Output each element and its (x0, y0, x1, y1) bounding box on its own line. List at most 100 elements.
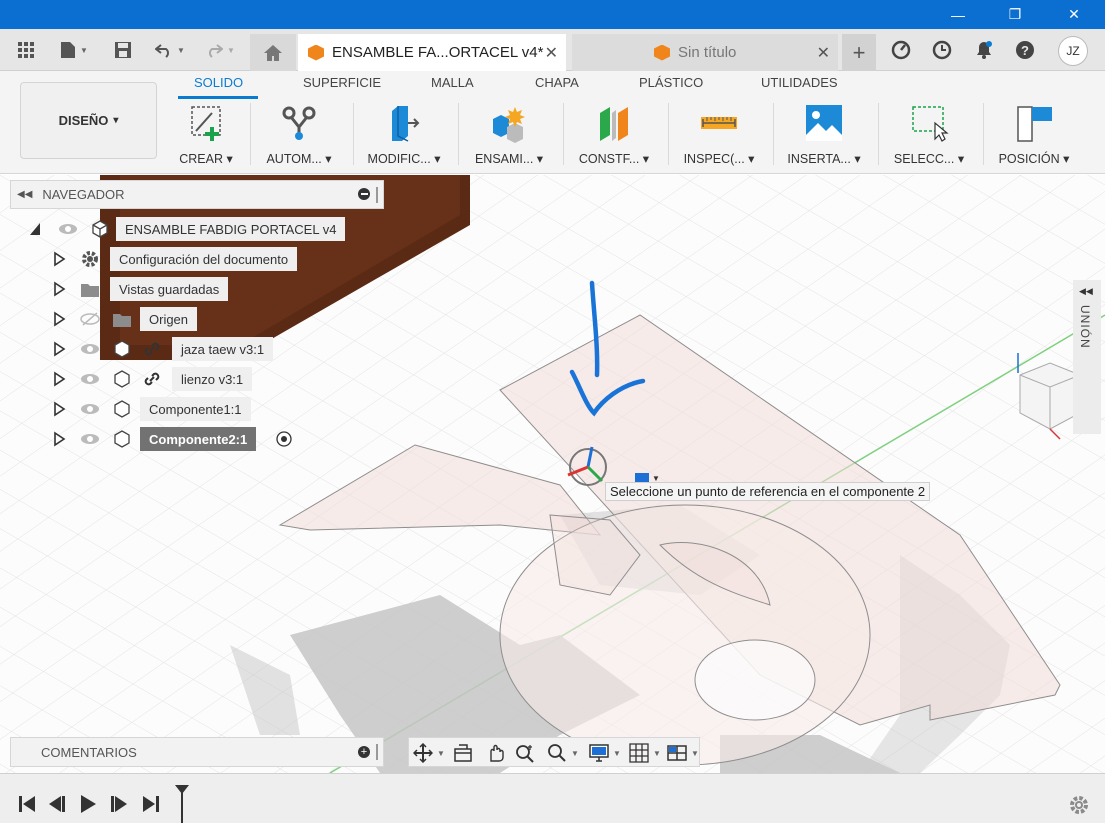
create-group-button[interactable]: CREAR ▾ (156, 101, 256, 171)
component-icon (114, 370, 130, 388)
eye-icon[interactable] (80, 342, 100, 356)
expand-panel-icon[interactable]: ◀◀ (1079, 286, 1093, 297)
tab-label: ENSAMBLE FA...ORTACEL v4* (332, 44, 544, 61)
tab-chapa[interactable]: CHAPA (535, 75, 579, 90)
automate-group-button[interactable]: AUTOM... ▾ (249, 101, 349, 171)
tab-ensamble[interactable]: ENSAMBLE FA...ORTACEL v4* ✕ (298, 34, 566, 71)
redo-button[interactable]: ▼ (202, 37, 238, 63)
activate-radio-icon[interactable] (276, 431, 292, 447)
chevron-down-icon: ▾ (113, 115, 119, 126)
close-tab-icon[interactable]: ✕ (545, 43, 558, 63)
home-tab[interactable] (250, 34, 296, 71)
selection-tooltip: Seleccione un punto de referencia en el … (605, 482, 931, 501)
collapsed-triangle-icon[interactable] (52, 281, 66, 297)
home-icon (264, 44, 282, 61)
eye-icon[interactable] (58, 222, 78, 236)
modify-group-button[interactable]: MODIFIC... ▾ (354, 101, 454, 171)
panel-grip-icon[interactable] (376, 744, 378, 760)
assemble-group-button[interactable]: ENSAMI... ▾ (459, 101, 559, 171)
construct-icon (600, 107, 628, 141)
tab-solido[interactable]: SOLIDO (194, 75, 243, 90)
orbit-button[interactable]: ▼ (413, 742, 445, 764)
step-back-icon[interactable] (47, 794, 67, 814)
nav-item-label: lienzo v3:1 (172, 367, 253, 391)
collapse-navigator-icon[interactable]: ◀◀ (17, 189, 32, 200)
gear-icon[interactable] (1068, 794, 1090, 816)
zoom-icon[interactable] (515, 742, 535, 764)
add-comment-icon[interactable]: + (358, 746, 370, 758)
joint-panel-label: UNIÓN (1078, 305, 1092, 349)
construct-group-label: CONSTF... ▾ (578, 152, 650, 166)
display-settings-button[interactable]: ▼ (589, 742, 621, 764)
tab-plastico[interactable]: PLÁSTICO (639, 75, 703, 90)
navigator-header[interactable]: ◀◀ NAVEGADOR (10, 180, 384, 209)
hidden-eye-icon[interactable] (80, 312, 100, 326)
close-tab-icon[interactable]: ✕ (817, 43, 830, 63)
save-icon[interactable] (112, 37, 134, 63)
minimize-button[interactable]: — (935, 0, 981, 29)
gear-icon (82, 251, 98, 267)
tab-utilidades[interactable]: UTILIDADES (761, 75, 838, 90)
panel-grip-icon[interactable] (376, 187, 378, 203)
insert-group-button[interactable]: INSERTA... ▾ (774, 101, 874, 171)
toolbar-ribbon: DISEÑO ▾ SOLIDO SUPERFICIE MALLA CHAPA P… (0, 71, 1105, 174)
modify-group-label: MODIFIC... ▾ (367, 152, 441, 166)
job-status-icon[interactable] (930, 38, 954, 62)
step-forward-icon[interactable] (109, 794, 129, 814)
look-at-icon[interactable] (453, 742, 473, 764)
eye-icon[interactable] (80, 432, 100, 446)
joint-panel[interactable]: ◀◀ UNIÓN (1073, 280, 1101, 434)
viewports-button[interactable]: ▼ (667, 742, 699, 764)
user-avatar[interactable]: JZ (1058, 36, 1088, 66)
construct-group-button[interactable]: CONSTF... ▾ (564, 101, 664, 171)
nav-item-label-selected: Componente2:1 (140, 427, 257, 451)
position-group-button[interactable]: POSICIÓN ▾ (984, 101, 1084, 171)
fit-button[interactable]: ▼ (547, 742, 579, 764)
comments-title: COMENTARIOS (41, 744, 137, 760)
workspace-selector[interactable]: DISEÑO ▾ (20, 82, 157, 159)
assemble-group-label: ENSAMI... ▾ (474, 152, 544, 166)
collapsed-triangle-icon[interactable] (52, 371, 66, 387)
create-sketch-icon (191, 106, 221, 141)
automate-group-label: AUTOM... ▾ (266, 152, 332, 166)
collapsed-triangle-icon[interactable] (52, 311, 66, 327)
insert-icon (806, 105, 842, 141)
help-icon[interactable]: ? (1013, 38, 1037, 62)
minimize-navigator-icon[interactable] (358, 188, 370, 200)
comments-panel[interactable]: COMENTARIOS + (10, 737, 384, 767)
link-icon (144, 342, 160, 356)
expanded-triangle-icon[interactable] (28, 221, 42, 237)
go-to-end-icon[interactable] (141, 794, 161, 814)
app-grid-icon[interactable] (14, 37, 38, 63)
undo-button[interactable]: ▼ (152, 37, 188, 63)
collapsed-triangle-icon[interactable] (52, 401, 66, 417)
tab-label: Sin título (678, 44, 737, 61)
automate-icon (282, 106, 316, 140)
new-tab-button[interactable]: + (842, 34, 876, 71)
assemble-icon (493, 107, 525, 143)
undo-icon (155, 44, 169, 58)
grid-settings-button[interactable]: ▼ (629, 742, 661, 764)
close-window-button[interactable]: ✕ (1051, 0, 1097, 29)
eye-icon[interactable] (80, 372, 100, 386)
inspect-group-button[interactable]: INSPEC(... ▾ (669, 101, 769, 171)
collapsed-triangle-icon[interactable] (52, 431, 66, 447)
tab-sin-titulo[interactable]: Sin título ✕ (572, 34, 838, 71)
collapsed-triangle-icon[interactable] (52, 341, 66, 357)
go-to-start-icon[interactable] (17, 794, 37, 814)
component-icon (114, 340, 130, 358)
pan-icon[interactable] (485, 742, 505, 764)
collapsed-triangle-icon[interactable] (52, 251, 66, 267)
select-group-button[interactable]: SELECC... ▾ (879, 101, 979, 171)
svg-text:?: ? (1021, 43, 1029, 58)
eye-icon[interactable] (80, 402, 100, 416)
play-icon[interactable] (78, 794, 98, 814)
tab-superficie[interactable]: SUPERFICIE (303, 75, 381, 90)
notifications-icon[interactable] (972, 38, 996, 62)
navigation-toolbar: ▼ ▼ ▼ ▼ ▼ (408, 737, 700, 767)
extensions-icon[interactable] (889, 38, 913, 62)
file-menu-button[interactable]: ▼ (56, 37, 92, 63)
maximize-button[interactable]: ❐ (992, 0, 1038, 29)
tab-malla[interactable]: MALLA (431, 75, 474, 90)
timeline-marker-icon[interactable] (174, 784, 190, 823)
